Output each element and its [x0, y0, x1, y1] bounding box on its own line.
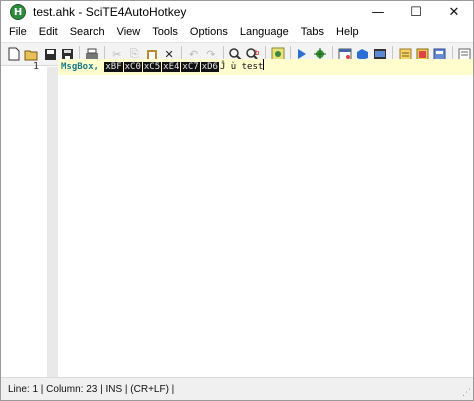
- control-char: xD6: [200, 62, 219, 72]
- control-char: xC0: [123, 62, 142, 72]
- control-char: xE4: [162, 62, 181, 72]
- status-text: Line: 1 | Column: 23 | INS | (CR+LF) |: [8, 383, 175, 395]
- text-caret: [263, 59, 265, 70]
- control-char: xBF: [104, 62, 123, 72]
- maximize-button[interactable]: ☐: [397, 1, 435, 23]
- window-title: test.ahk - SciTE4AutoHotkey: [33, 5, 187, 19]
- save-icon[interactable]: [43, 47, 56, 62]
- app-icon: H: [10, 4, 26, 20]
- text-area[interactable]: MsgBox, xBF xC0 xC5 xE4 xC7 xD6 Ĵ ù test: [58, 59, 473, 378]
- code-keyword: MsgBox,: [61, 62, 99, 72]
- menu-options[interactable]: Options: [184, 23, 234, 42]
- minimize-button[interactable]: —: [359, 1, 397, 23]
- line-number-gutter: 1: [1, 61, 47, 378]
- control-char: xC7: [181, 62, 200, 72]
- code-line: MsgBox, xBF xC0 xC5 xE4 xC7 xD6 Ĵ ù test: [61, 59, 265, 75]
- menu-bar: File Edit Search View Tools Options Lang…: [1, 23, 473, 42]
- menu-tabs[interactable]: Tabs: [295, 23, 330, 42]
- menu-search[interactable]: Search: [64, 23, 111, 42]
- menu-language[interactable]: Language: [234, 23, 295, 42]
- title-bar: H test.ahk - SciTE4AutoHotkey — ☐ ✕: [1, 1, 473, 23]
- fold-margin[interactable]: [47, 67, 58, 378]
- svg-text:b: b: [255, 49, 260, 57]
- status-bar: Line: 1 | Column: 23 | INS | (CR+LF) | ⋰: [1, 377, 473, 400]
- control-char: xC5: [142, 62, 162, 72]
- line-number: 1: [32, 61, 39, 72]
- code-text: Ĵ ù test: [219, 62, 264, 72]
- menu-view[interactable]: View: [111, 23, 147, 42]
- menu-tools[interactable]: Tools: [146, 23, 184, 42]
- menu-edit[interactable]: Edit: [33, 23, 64, 42]
- window-controls: — ☐ ✕: [359, 1, 473, 23]
- close-button[interactable]: ✕: [435, 1, 473, 23]
- app-window: H test.ahk - SciTE4AutoHotkey — ☐ ✕ File…: [0, 0, 474, 401]
- menu-help[interactable]: Help: [330, 23, 365, 42]
- menu-file[interactable]: File: [3, 23, 33, 42]
- editor-pane[interactable]: 1 MsgBox, xBF xC0 xC5 xE4 xC7 xD6 Ĵ ù test: [1, 59, 473, 378]
- resize-grip-icon[interactable]: ⋰: [462, 388, 471, 398]
